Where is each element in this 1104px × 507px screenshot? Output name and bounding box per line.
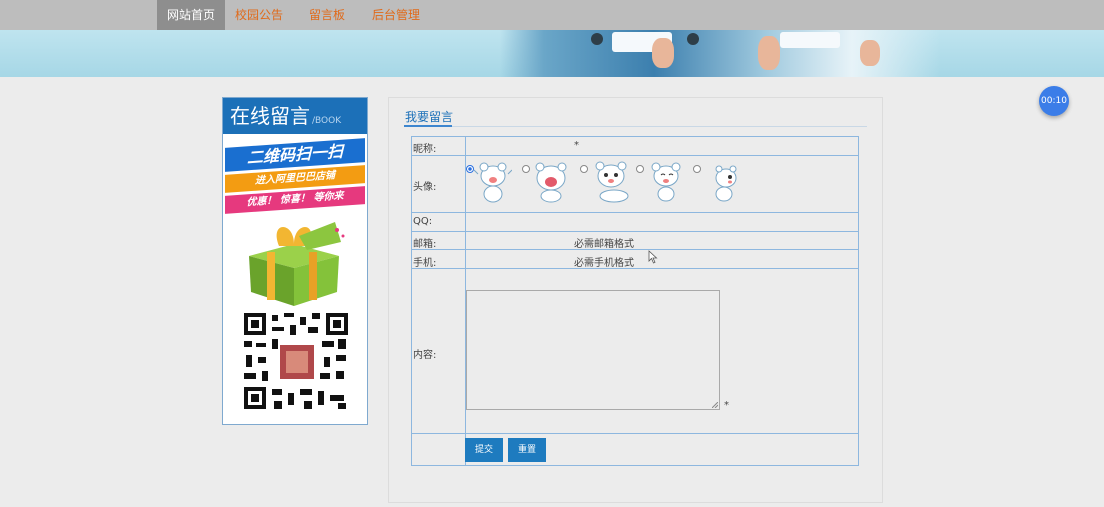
qq-label: QQ: — [413, 216, 433, 227]
ad-header: 在线留言/BOOK — [223, 98, 367, 134]
nickname-required-mark: * — [574, 140, 579, 151]
qr-code-icon — [242, 311, 350, 411]
form-title: 我要留言 — [405, 110, 454, 124]
ad-subtitle: /BOOK — [312, 116, 342, 126]
submit-button[interactable]: 提交 — [465, 438, 503, 462]
title-underline — [404, 125, 452, 127]
top-navigation: 网站首页 校园公告 留言板 后台管理 — [0, 0, 1104, 30]
qq-input[interactable] — [466, 213, 858, 231]
phone-hint: 必需手机格式 — [574, 258, 634, 269]
avatar-bear-2-icon — [535, 162, 567, 203]
content-label: 内容: — [413, 350, 437, 361]
reset-button[interactable]: 重置 — [508, 438, 546, 462]
banner-card — [780, 32, 840, 48]
banner-hand — [860, 40, 880, 66]
content-textarea[interactable] — [466, 290, 720, 410]
title-divider — [404, 126, 867, 127]
row-divider — [411, 155, 859, 156]
nav-campus-notice[interactable]: 校园公告 — [231, 0, 287, 30]
row-divider — [411, 268, 859, 269]
nickname-label: 昵称: — [413, 144, 437, 155]
banner-decoration — [687, 33, 699, 45]
email-input[interactable] — [466, 232, 566, 249]
phone-label: 手机: — [413, 258, 437, 269]
banner-decoration — [591, 33, 603, 45]
avatar-radio-5[interactable] — [693, 165, 701, 173]
content-required-mark: * — [724, 400, 729, 411]
email-label: 邮箱: — [413, 239, 437, 250]
timer-badge[interactable]: 00:10 — [1039, 86, 1069, 116]
nav-message-board[interactable]: 留言板 — [304, 0, 350, 30]
banner-hand — [652, 38, 674, 68]
avatar-radio-4[interactable] — [636, 165, 644, 173]
avatar-bear-3-icon — [595, 161, 629, 203]
avatar-radio-2[interactable] — [522, 165, 530, 173]
avatar-label: 头像: — [413, 182, 437, 193]
gift-box-icon — [249, 222, 345, 306]
nav-admin[interactable]: 后台管理 — [368, 0, 424, 30]
row-divider — [411, 433, 859, 434]
nickname-input[interactable] — [466, 137, 858, 155]
header-banner — [0, 30, 1104, 77]
email-hint: 必需邮箱格式 — [574, 239, 634, 250]
resize-handle-icon[interactable] — [712, 402, 718, 408]
online-message-ad: 在线留言/BOOK 二维码扫一扫 进入阿里巴巴店铺 优惠！ 惊喜！ 等你来 — [222, 97, 368, 425]
ad-title: 在线留言 — [230, 104, 310, 128]
avatar-radio-1[interactable] — [466, 165, 474, 173]
nav-home[interactable]: 网站首页 — [157, 0, 225, 30]
avatar-bear-4-icon — [651, 162, 681, 202]
avatar-bear-5-icon — [715, 165, 737, 202]
avatar-bear-1-icon — [474, 162, 512, 203]
avatar-radio-3[interactable] — [580, 165, 588, 173]
banner-hand — [758, 36, 780, 70]
phone-input[interactable] — [466, 250, 566, 268]
mouse-cursor-icon — [648, 250, 658, 264]
